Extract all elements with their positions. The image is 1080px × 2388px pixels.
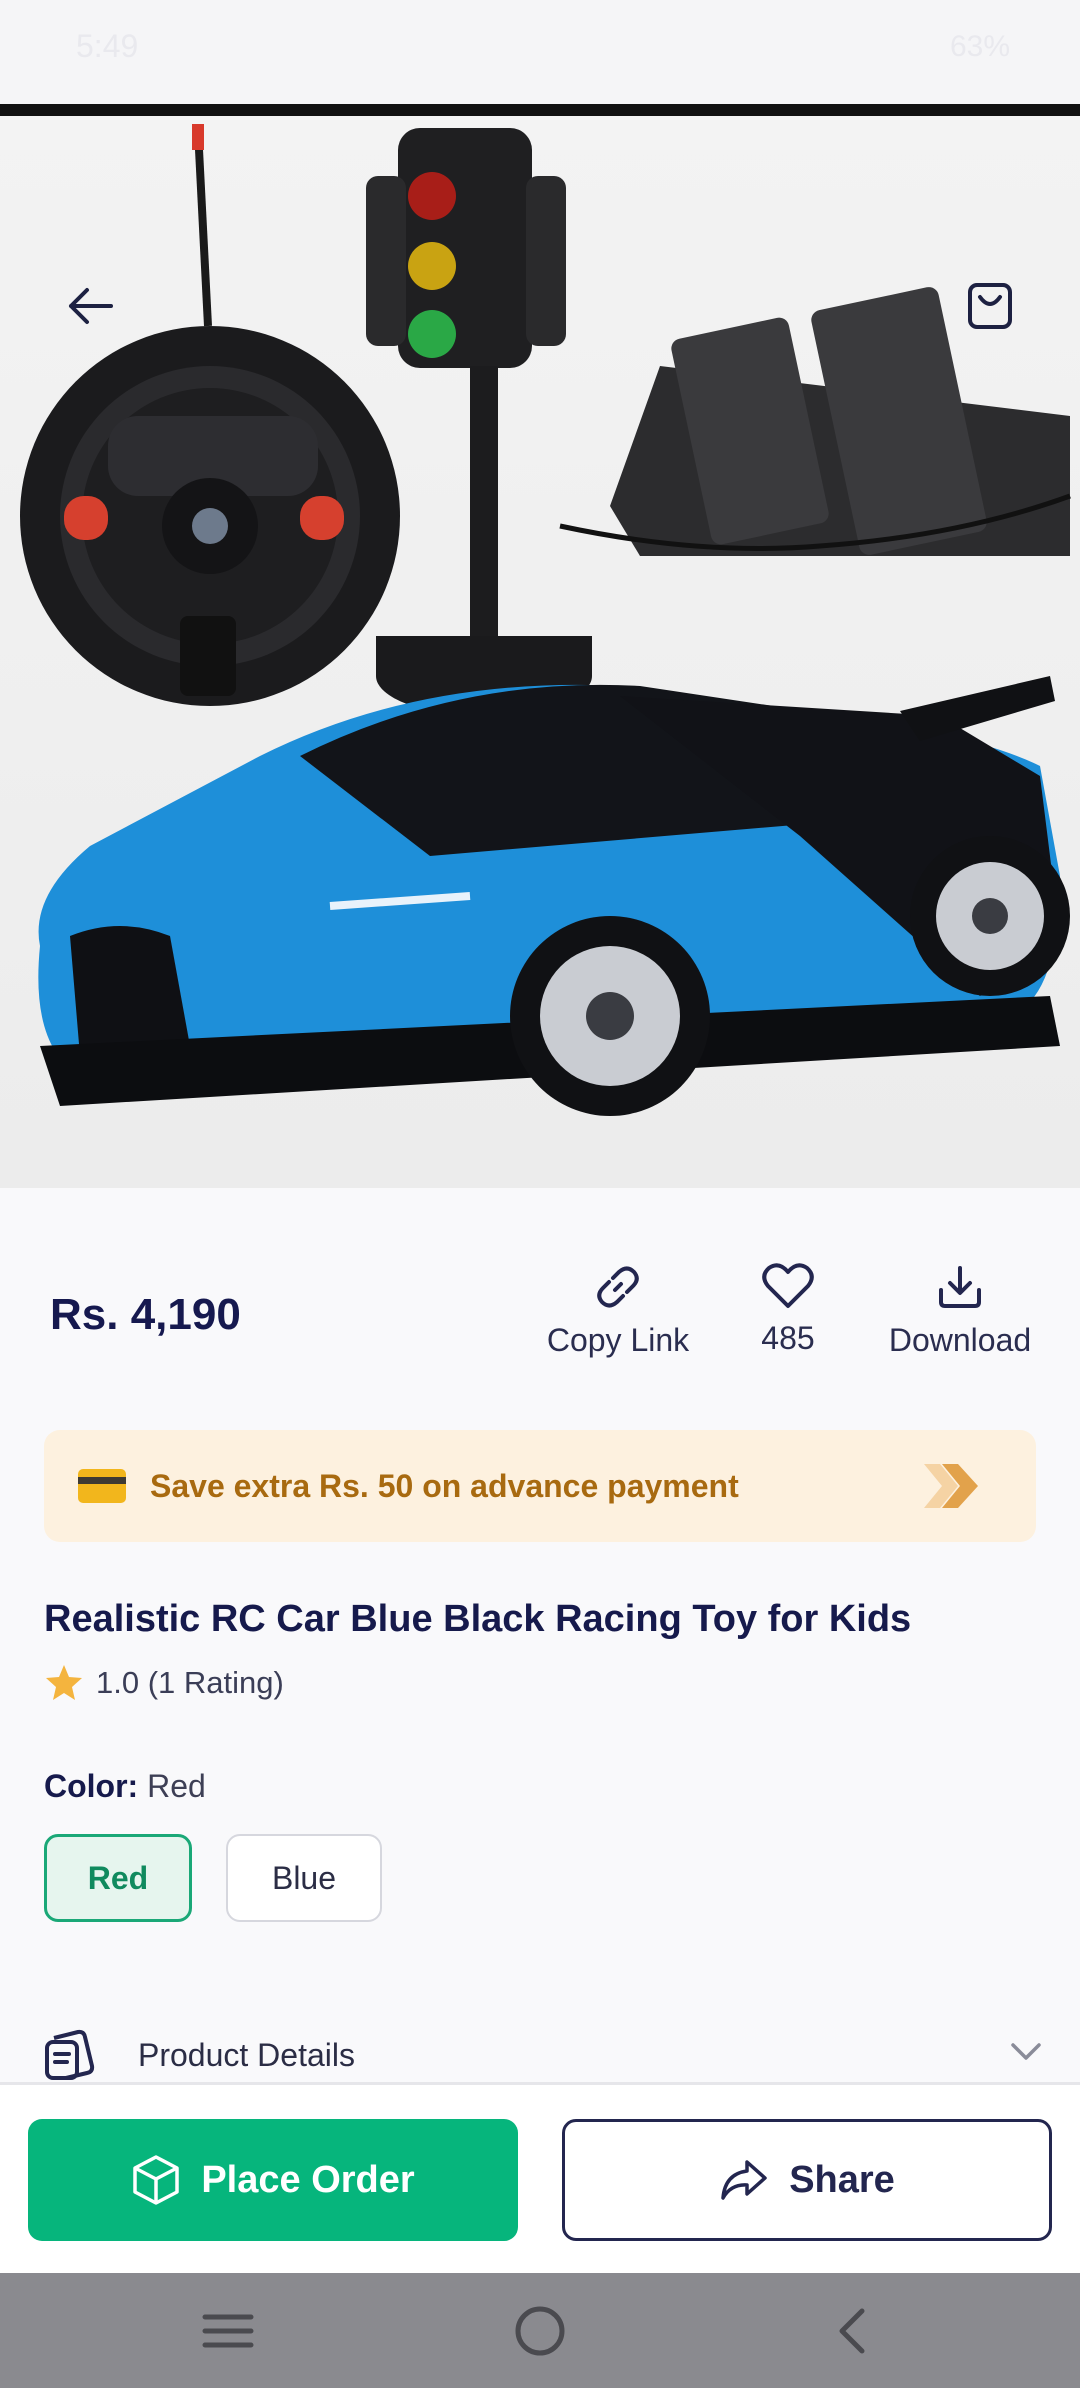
chevron-down-icon <box>1011 2043 1041 2060</box>
wishlist-count: 485 <box>761 1320 815 1356</box>
place-order-button[interactable]: Place Order <box>28 2119 518 2241</box>
star-icon <box>46 1665 82 1700</box>
rating-text: 1.0 (1 Rating) <box>96 1665 284 1700</box>
link-icon <box>597 1266 639 1308</box>
download-icon <box>939 1266 981 1308</box>
home-button[interactable] <box>508 2301 572 2361</box>
product-price: Rs. 4,190 <box>50 1290 241 1339</box>
color-label: Color: Red <box>44 1768 206 1805</box>
bottom-action-bar: Place Order Share <box>0 2085 1080 2273</box>
circle-home-icon <box>515 2306 565 2356</box>
share-label: Share <box>789 2158 895 2201</box>
copy-link-button[interactable]: Copy Link <box>540 1262 696 1359</box>
status-time: 5:49 <box>76 28 139 64</box>
heart-icon <box>762 1263 814 1308</box>
color-option-red[interactable]: Red <box>44 1834 192 1922</box>
menu-icon <box>202 2314 254 2348</box>
chevron-left-icon <box>839 2308 865 2354</box>
credit-card-icon <box>78 1469 126 1503</box>
arrow-left-icon <box>69 288 113 324</box>
color-label-title: Color: <box>44 1768 139 1804</box>
status-bar: 5:49 63% <box>0 0 1080 104</box>
cart-button[interactable] <box>942 258 1038 354</box>
share-button[interactable]: Share <box>562 2119 1052 2241</box>
system-navigation-bar <box>0 2273 1080 2388</box>
product-page: 5:49 63% Rs. 4,190 Copy Link 485 Downloa… <box>0 0 1080 2388</box>
download-button[interactable]: Download <box>878 1262 1042 1359</box>
promo-text: Save extra Rs. 50 on advance payment <box>150 1467 739 1504</box>
document-icon <box>45 2029 95 2080</box>
box-icon <box>133 2155 180 2205</box>
product-image <box>20 124 1071 1116</box>
back-button[interactable] <box>42 258 138 354</box>
product-details-accordion[interactable]: Product Details <box>44 2020 1044 2090</box>
copy-link-label: Copy Link <box>546 1322 690 1358</box>
selected-color: Red <box>147 1768 206 1804</box>
recent-apps-button[interactable] <box>196 2301 260 2361</box>
advance-payment-banner[interactable]: Save extra Rs. 50 on advance payment <box>44 1430 1036 1542</box>
shopping-bag-icon <box>968 283 1012 329</box>
status-battery: 63% <box>949 30 1010 63</box>
top-divider <box>0 104 1080 116</box>
download-label: Download <box>888 1322 1032 1358</box>
place-order-label: Place Order <box>201 2158 415 2201</box>
system-back-button[interactable] <box>820 2301 884 2361</box>
double-chevron-right-icon <box>924 1464 978 1508</box>
color-option-blue[interactable]: Blue <box>226 1834 382 1922</box>
product-title: Realistic RC Car Blue Black Racing Toy f… <box>44 1598 912 1640</box>
product-details-label: Product Details <box>138 2036 355 2073</box>
share-icon <box>721 2160 767 2200</box>
product-image-carousel[interactable] <box>0 116 1080 1188</box>
product-rating[interactable]: 1.0 (1 Rating) <box>44 1664 284 1702</box>
wishlist-button[interactable]: 485 <box>740 1262 836 1357</box>
